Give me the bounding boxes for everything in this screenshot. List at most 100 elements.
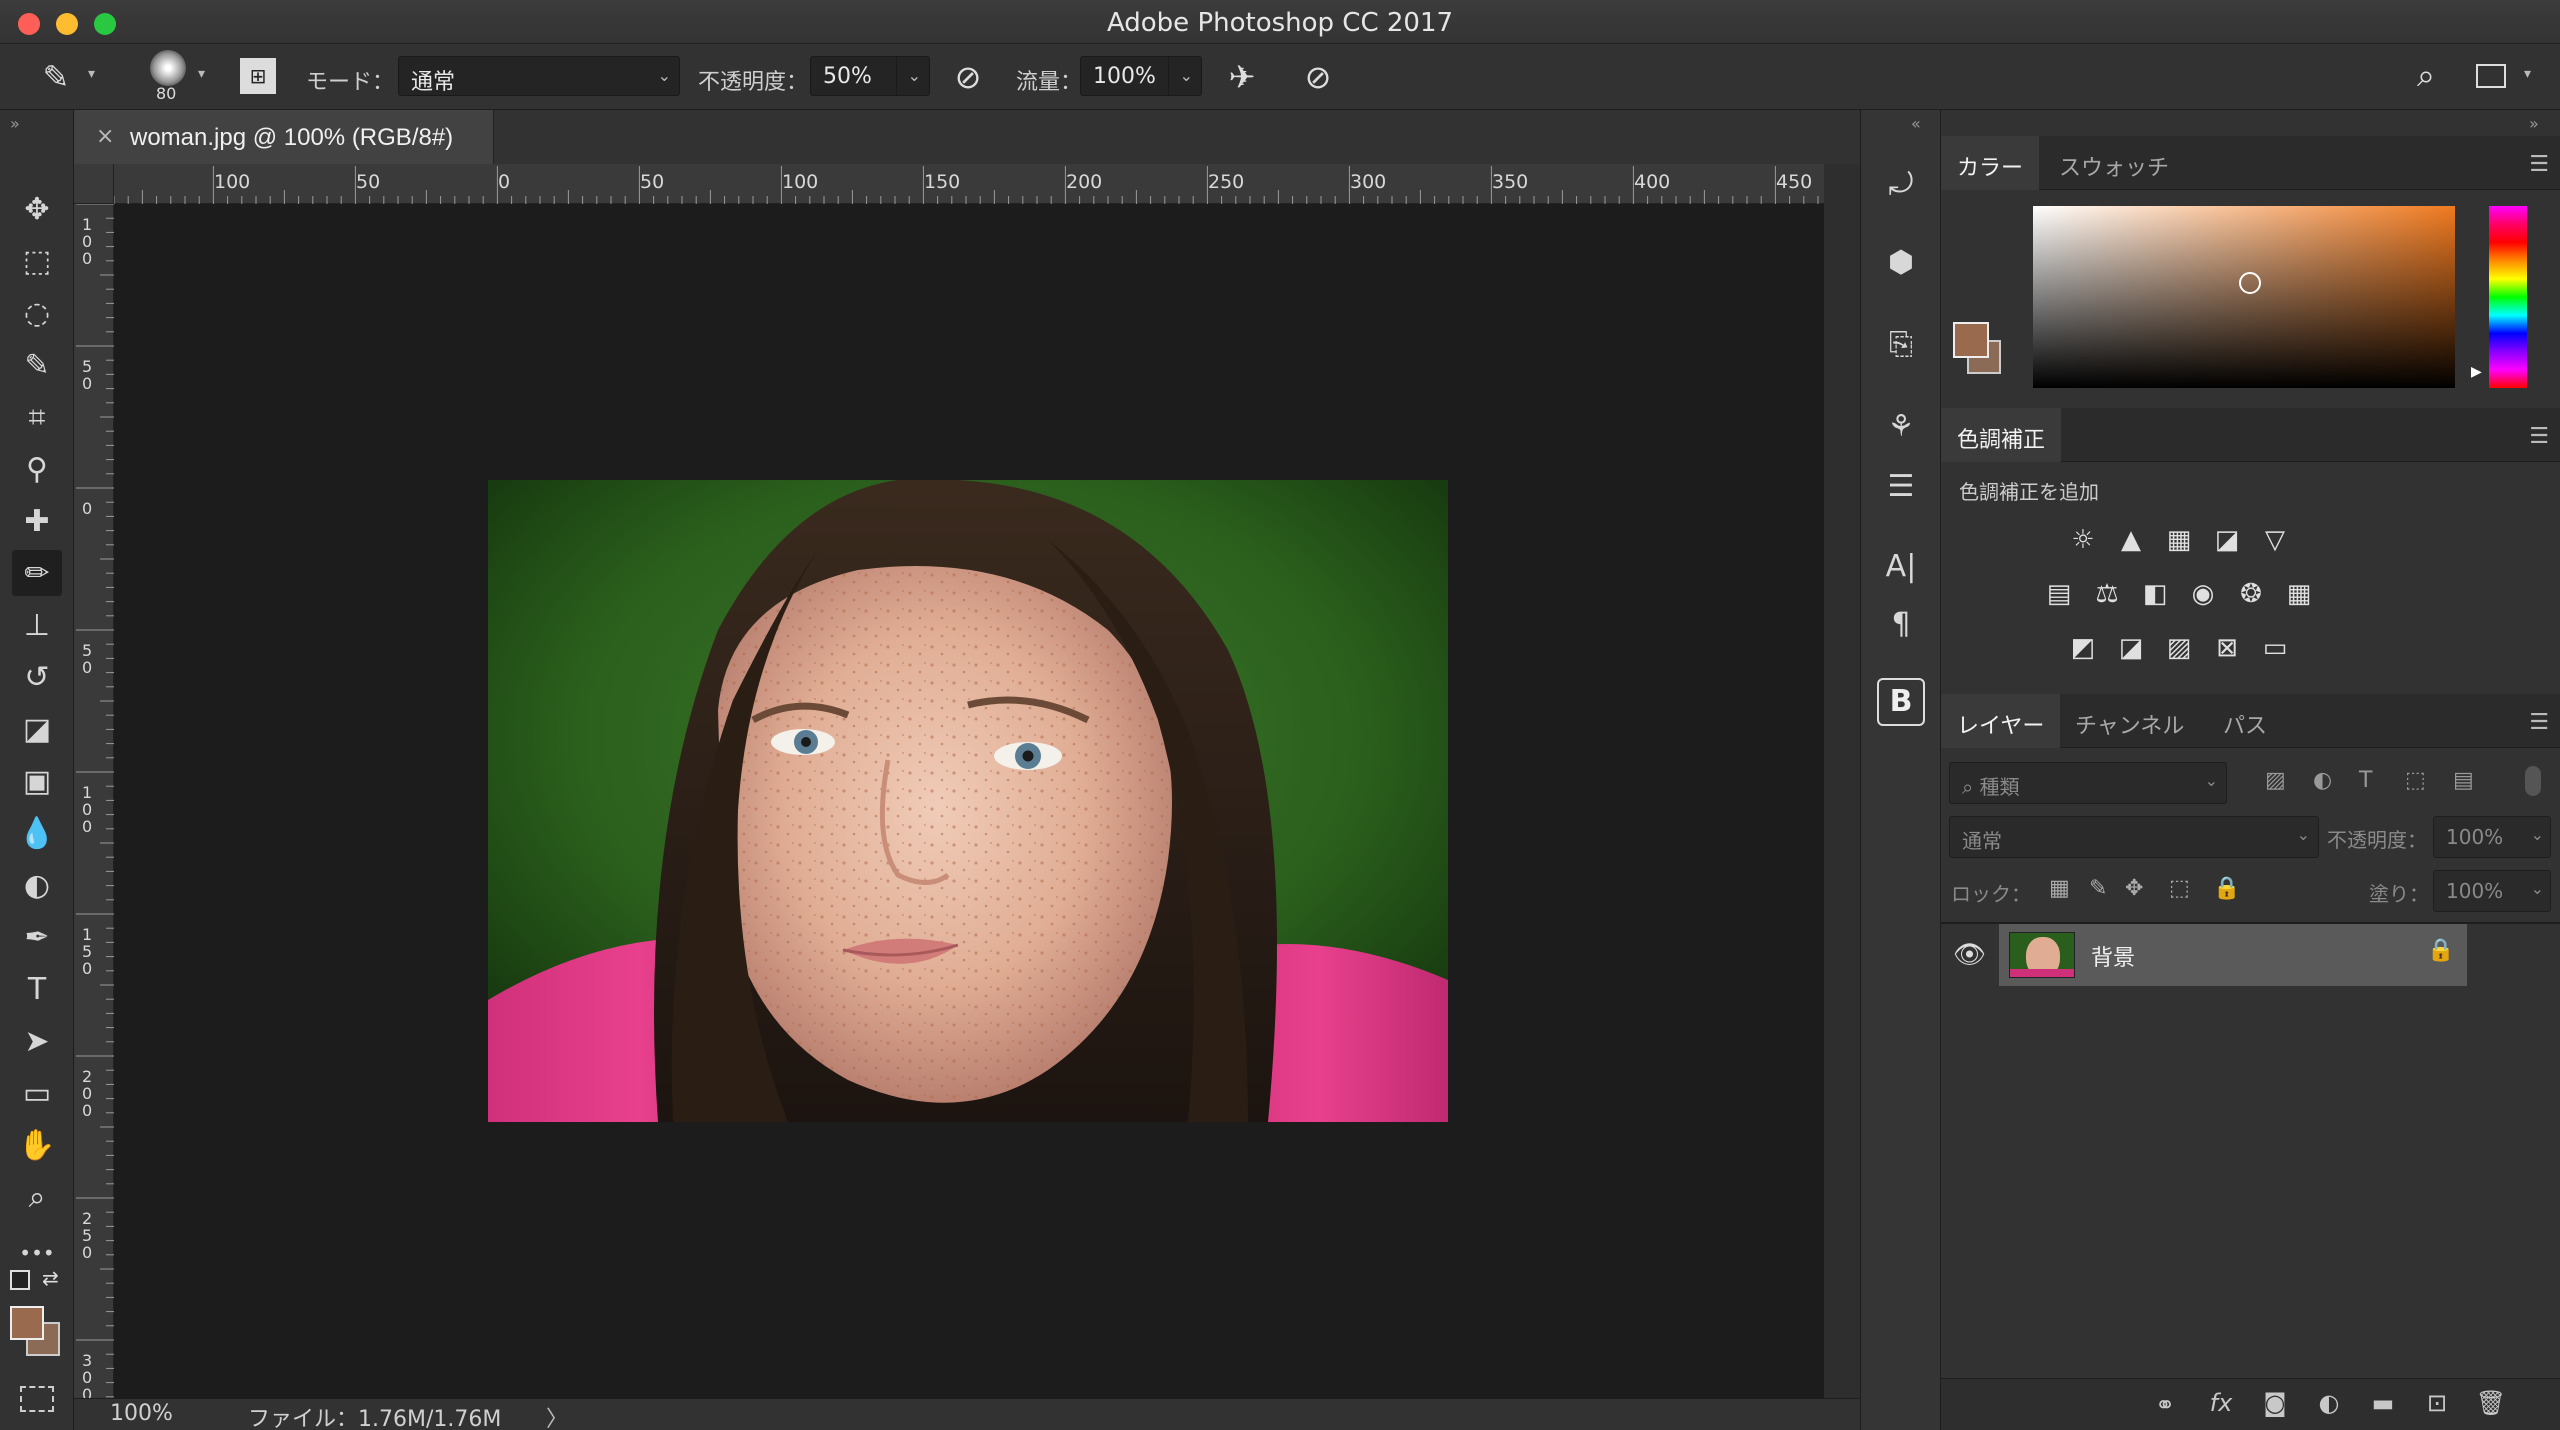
quick-mask-icon[interactable] [20, 1386, 54, 1412]
layer-visibility-toggle[interactable]: 👁 [1941, 926, 1997, 984]
properties-panel-icon[interactable]: ☰ [1879, 464, 1923, 508]
pressure-size-icon[interactable]: ⊘ [1298, 58, 1338, 96]
tab-color[interactable]: カラー [1941, 136, 2040, 190]
paragraph-panel-icon[interactable]: ¶ [1879, 602, 1923, 646]
chevron-down-icon[interactable]: ▾ [88, 66, 95, 82]
vibrance-icon[interactable]: ▽ [2257, 522, 2293, 558]
canvas-area[interactable] [114, 204, 1824, 1398]
layer-row[interactable]: 背景 🔒 [1999, 924, 2467, 986]
zoom-level[interactable]: 100% [110, 1401, 173, 1426]
layer-filter-select[interactable]: ⌕ 種類 ⌄ [1949, 762, 2227, 804]
filter-shape-icon[interactable]: ⬚ [2405, 768, 2426, 793]
flow-slider-toggle[interactable]: ⌄ [1168, 56, 1202, 96]
invert-icon[interactable]: ◩ [2065, 630, 2101, 666]
close-tab-icon[interactable]: × [96, 124, 114, 149]
canvas-vertical-scrollbar[interactable] [1824, 164, 1860, 1398]
brightness-contrast-icon[interactable]: ☼ [2065, 522, 2101, 558]
rectangle-tool[interactable]: ▭ [12, 1070, 62, 1116]
filter-smart-object-icon[interactable]: ▤ [2453, 768, 2474, 793]
chevron-down-icon[interactable]: ▾ [2524, 66, 2531, 82]
color-lookup-icon[interactable]: ▦ [2281, 576, 2317, 612]
status-menu-arrow[interactable]: 〉 [546, 1401, 568, 1430]
blur-tool[interactable]: 💧 [12, 810, 62, 856]
tab-layers[interactable]: レイヤー [1941, 694, 2061, 748]
gradient-tool[interactable]: ▣ [12, 758, 62, 804]
exposure-icon[interactable]: ◪ [2209, 522, 2245, 558]
clone-stamp-tool[interactable]: ⊥ [12, 602, 62, 648]
quick-select-tool[interactable]: ✎ [12, 342, 62, 388]
channel-mixer-icon[interactable]: ❂ [2233, 576, 2269, 612]
filter-adjustment-icon[interactable]: ◐ [2313, 768, 2332, 793]
dodge-tool[interactable]: ◐ [12, 862, 62, 908]
history-brush-tool[interactable]: ↺ [12, 654, 62, 700]
marquee-tool[interactable]: ⬚ [12, 238, 62, 284]
airbrush-icon[interactable]: ✈ [1220, 58, 1264, 96]
posterize-icon[interactable]: ◪ [2113, 630, 2149, 666]
crop-tool[interactable]: ⌗ [12, 394, 62, 440]
link-icon[interactable]: ⚭ [2147, 1391, 2183, 1419]
brush-presets-icon[interactable]: ⚘ [1879, 404, 1923, 448]
libraries-panel-icon[interactable]: ⎘ [1879, 322, 1923, 366]
collapse-panels-icon[interactable]: » [2529, 114, 2539, 133]
tab-channels[interactable]: チャンネル [2059, 694, 2200, 748]
lock-artboard-icon[interactable]: ⬚ [2169, 876, 2190, 901]
color-balance-icon[interactable]: ⚖ [2089, 576, 2125, 612]
panel-menu-icon[interactable]: ☰ [2529, 710, 2549, 735]
foreground-color-swatch[interactable] [10, 1306, 44, 1340]
color-field[interactable] [2033, 206, 2455, 388]
photo-filter-icon[interactable]: ◉ [2185, 576, 2221, 612]
tab-paths[interactable]: パス [2207, 694, 2283, 748]
black-white-icon[interactable]: ◧ [2137, 576, 2173, 612]
hue-saturation-icon[interactable]: ▤ [2041, 576, 2077, 612]
foreground-color-swatch[interactable] [1953, 322, 1989, 358]
lasso-tool[interactable]: ◌ [12, 290, 62, 336]
tab-adjustments[interactable]: 色調補正 [1941, 408, 2062, 462]
lock-all-icon[interactable]: 🔒 [2213, 876, 2240, 901]
collapse-toolbar-icon[interactable]: » [10, 114, 20, 133]
collapse-dock-icon[interactable]: « [1911, 114, 1921, 133]
curves-icon[interactable]: ▦ [2161, 522, 2197, 558]
path-select-tool[interactable]: ➤ [12, 1018, 62, 1064]
brush-size-preview[interactable] [150, 50, 186, 86]
fill-input[interactable]: 100% ⌄ [2433, 870, 2551, 912]
filter-toggle[interactable] [2525, 766, 2541, 796]
panel-menu-icon[interactable]: ☰ [2529, 424, 2549, 449]
ruler-origin[interactable] [74, 164, 114, 204]
lock-transparent-icon[interactable]: ▦ [2049, 876, 2070, 901]
color-picker-cursor[interactable] [2239, 272, 2261, 294]
document-tab[interactable]: × woman.jpg @ 100% (RGB/8#) [74, 110, 494, 164]
chevron-down-icon[interactable]: ▾ [198, 66, 205, 82]
layer-name[interactable]: 背景 [2091, 940, 2135, 972]
3d-panel-icon[interactable]: ⬢ [1879, 240, 1923, 284]
history-panel-icon[interactable]: ⤾ [1879, 162, 1923, 206]
eraser-tool[interactable]: ◪ [12, 706, 62, 752]
pressure-opacity-icon[interactable]: ⊘ [948, 58, 988, 96]
threshold-icon[interactable]: ▨ [2161, 630, 2197, 666]
opacity-input[interactable]: 50% [810, 56, 900, 96]
lock-image-icon[interactable]: ✎ [2089, 876, 2107, 901]
filter-pixel-icon[interactable]: ▨ [2265, 768, 2286, 793]
tab-swatches[interactable]: スウォッチ [2043, 136, 2185, 190]
filter-type-icon[interactable]: T [2359, 768, 2372, 793]
hue-slider[interactable] [2489, 206, 2527, 388]
new-layer-icon[interactable]: ⊡ [2419, 1389, 2455, 1417]
flow-input[interactable]: 100% [1080, 56, 1172, 96]
pen-tool[interactable]: ✒ [12, 914, 62, 960]
swap-colors-icon[interactable]: ⇄ [42, 1266, 59, 1290]
search-icon[interactable]: ⌕ [2404, 56, 2448, 95]
levels-icon[interactable]: ▲ [2113, 522, 2149, 558]
document-image[interactable] [488, 480, 1448, 1122]
character-panel-icon[interactable]: A| [1879, 544, 1923, 588]
folder-icon[interactable]: ▬ [2365, 1389, 2401, 1417]
brush-tool[interactable]: ✏ [12, 550, 62, 596]
mask-icon[interactable]: ◙ [2257, 1389, 2293, 1417]
selective-color-icon[interactable]: ⊠ [2209, 630, 2245, 666]
blend-mode-select[interactable]: 通常 ⌄ [1949, 816, 2319, 858]
default-colors-icon[interactable] [10, 1270, 30, 1290]
panel-menu-icon[interactable]: ☰ [2529, 152, 2549, 177]
mode-select[interactable]: 通常 ⌄ [398, 56, 680, 96]
workspace-icon[interactable] [2476, 64, 2506, 88]
gradient-map-icon[interactable]: ▭ [2257, 630, 2293, 666]
hue-slider-handle[interactable]: ▶ [2471, 364, 2482, 380]
eyedropper-tool[interactable]: ⚲ [12, 446, 62, 492]
